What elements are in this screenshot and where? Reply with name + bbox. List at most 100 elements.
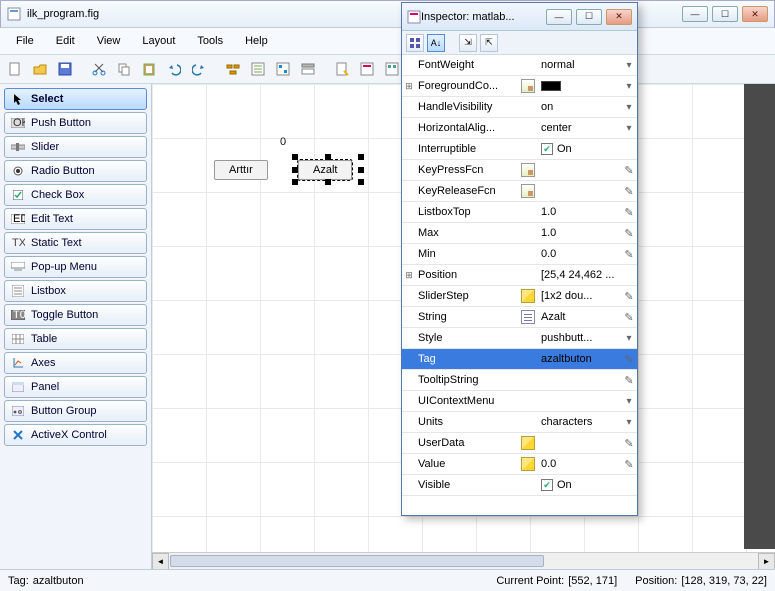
edit-callback-icon[interactable] — [521, 163, 535, 177]
prop-row-foregroundco[interactable]: ⊞ForegroundCo... — [402, 76, 637, 97]
prop-row-min[interactable]: Min0.0 — [402, 244, 637, 265]
expand-toggle[interactable]: ⊞ — [402, 81, 416, 92]
palette-activex-control[interactable]: ActiveX Control — [4, 424, 147, 446]
tab-order-icon[interactable] — [272, 58, 294, 80]
pencil-icon[interactable] — [624, 164, 633, 177]
matrix-icon[interactable] — [521, 457, 535, 471]
prop-row-visible[interactable]: Visible✔ On — [402, 475, 637, 496]
prop-row-userdata[interactable]: UserData — [402, 433, 637, 454]
dropdown-icon[interactable] — [626, 332, 631, 344]
static-text-zero[interactable]: 0 — [280, 136, 286, 148]
palette-check-box[interactable]: Check Box — [4, 184, 147, 206]
prop-value-cell[interactable]: pushbutt... — [538, 332, 621, 344]
inspector-maximize-button[interactable]: ☐ — [576, 9, 602, 25]
redo-icon[interactable] — [188, 58, 210, 80]
prop-row-fontweight[interactable]: FontWeightnormal — [402, 55, 637, 76]
prop-row-keyreleasefcn[interactable]: KeyReleaseFcn — [402, 181, 637, 202]
palette-listbox[interactable]: Listbox — [4, 280, 147, 302]
pencil-icon[interactable] — [624, 290, 633, 303]
prop-value-cell[interactable]: 1.0 — [538, 227, 621, 239]
checkbox-icon[interactable]: ✔ — [541, 143, 553, 155]
canvas-button-arttir[interactable]: Arttır — [214, 160, 268, 180]
align-icon[interactable] — [222, 58, 244, 80]
property-inspector-icon[interactable] — [356, 58, 378, 80]
save-icon[interactable] — [54, 58, 76, 80]
toolbar-editor-icon[interactable] — [297, 58, 319, 80]
menu-editor-icon[interactable] — [247, 58, 269, 80]
collapse-icon[interactable]: ⇱ — [480, 34, 498, 52]
dropdown-icon[interactable] — [626, 395, 631, 407]
pencil-icon[interactable] — [624, 185, 633, 198]
menu-tools[interactable]: Tools — [187, 32, 233, 50]
prop-row-sliderstep[interactable]: SliderStep[1x2 dou... — [402, 286, 637, 307]
prop-row-position[interactable]: ⊞Position[25,4 24,462 ... — [402, 265, 637, 286]
prop-row-string[interactable]: StringAzalt — [402, 307, 637, 328]
scroll-left-icon[interactable]: ◄ — [152, 553, 169, 569]
palette-slider[interactable]: Slider — [4, 136, 147, 158]
object-browser-icon[interactable] — [381, 58, 403, 80]
menu-help[interactable]: Help — [235, 32, 278, 50]
expand-icon[interactable]: ⇲ — [459, 34, 477, 52]
menu-layout[interactable]: Layout — [132, 32, 185, 50]
cut-icon[interactable] — [88, 58, 110, 80]
copy-icon[interactable] — [113, 58, 135, 80]
maximize-button[interactable]: ☐ — [712, 6, 738, 22]
palette-edit-text[interactable]: ED|TEdit Text — [4, 208, 147, 230]
prop-row-uicontextmenu[interactable]: UIContextMenu — [402, 391, 637, 412]
minimize-button[interactable]: — — [682, 6, 708, 22]
paste-icon[interactable] — [138, 58, 160, 80]
new-icon[interactable] — [4, 58, 26, 80]
prop-value-input[interactable] — [541, 353, 618, 365]
prop-value-cell[interactable]: Azalt — [538, 311, 621, 323]
prop-row-max[interactable]: Max1.0 — [402, 223, 637, 244]
prop-value-cell[interactable]: center — [538, 122, 621, 134]
dropdown-icon[interactable] — [626, 416, 631, 428]
prop-value-cell[interactable]: [1x2 dou... — [538, 290, 621, 302]
menu-edit[interactable]: Edit — [46, 32, 85, 50]
checkbox-icon[interactable]: ✔ — [541, 479, 553, 491]
prop-row-tooltipstring[interactable]: TooltipString — [402, 370, 637, 391]
prop-value-cell[interactable] — [538, 353, 621, 365]
expand-toggle[interactable]: ⊞ — [402, 270, 416, 281]
prop-value-cell[interactable]: 0.0 — [538, 458, 621, 470]
prop-value-cell[interactable]: ✔ On — [538, 143, 621, 155]
prop-row-interruptible[interactable]: Interruptible✔ On — [402, 139, 637, 160]
palette-axes[interactable]: Axes — [4, 352, 147, 374]
scrollbar-thumb[interactable] — [170, 555, 544, 567]
prop-value-cell[interactable]: normal — [538, 59, 621, 71]
prop-value-cell[interactable]: on — [538, 101, 621, 113]
close-button[interactable]: ✕ — [742, 6, 768, 22]
prop-value-cell[interactable]: [25,4 24,462 ... — [538, 269, 621, 281]
prop-row-tag[interactable]: Tag — [402, 349, 637, 370]
pencil-icon[interactable] — [624, 248, 633, 261]
palette-select[interactable]: Select — [4, 88, 147, 110]
edit-callback-icon[interactable] — [521, 184, 535, 198]
prop-value-cell[interactable]: characters — [538, 416, 621, 428]
dropdown-icon[interactable] — [626, 80, 631, 92]
prop-row-units[interactable]: Unitscharacters — [402, 412, 637, 433]
categorize-icon[interactable] — [406, 34, 424, 52]
alphabetize-icon[interactable]: A↓ — [427, 34, 445, 52]
horizontal-scrollbar[interactable]: ◄ ► — [152, 552, 775, 569]
matrix-icon[interactable] — [521, 289, 535, 303]
prop-row-keypressfcn[interactable]: KeyPressFcn — [402, 160, 637, 181]
pencil-icon[interactable] — [624, 311, 633, 324]
dropdown-icon[interactable] — [626, 122, 631, 134]
prop-row-listboxtop[interactable]: ListboxTop1.0 — [402, 202, 637, 223]
dropdown-icon[interactable] — [626, 101, 631, 113]
pencil-icon[interactable] — [624, 374, 633, 387]
inspector-titlebar[interactable]: Inspector: matlab... — ☐ ✕ — [402, 3, 637, 31]
edit-callback-icon[interactable] — [521, 79, 535, 93]
palette-radio-button[interactable]: Radio Button — [4, 160, 147, 182]
selection-handles[interactable] — [295, 157, 361, 182]
palette-toggle-button[interactable]: T0LToggle Button — [4, 304, 147, 326]
undo-icon[interactable] — [163, 58, 185, 80]
inspector-minimize-button[interactable]: — — [546, 9, 572, 25]
editor-icon[interactable] — [331, 58, 353, 80]
prop-value-cell[interactable]: 1.0 — [538, 206, 621, 218]
prop-row-horizontalalig[interactable]: HorizontalAlig...center — [402, 118, 637, 139]
prop-row-handlevisibility[interactable]: HandleVisibilityon — [402, 97, 637, 118]
prop-value-cell[interactable]: ✔ On — [538, 479, 621, 491]
prop-row-style[interactable]: Stylepushbutt... — [402, 328, 637, 349]
pencil-icon[interactable] — [624, 458, 633, 471]
